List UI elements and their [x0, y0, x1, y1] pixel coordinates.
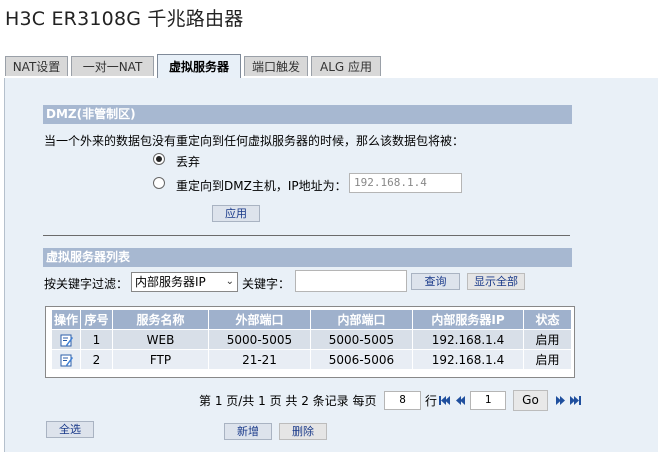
- show-all-button[interactable]: 显示全部: [467, 273, 525, 290]
- redirect-radio[interactable]: [153, 177, 165, 189]
- app-title: H3C ER3108G 千兆路由器: [5, 8, 244, 30]
- tab-one-to-one-nat[interactable]: 一对一NAT: [71, 56, 154, 76]
- query-button[interactable]: 查询: [411, 273, 460, 290]
- drop-label: 丢弃: [176, 155, 201, 169]
- add-button[interactable]: 新增: [224, 423, 272, 440]
- cell-service-name: FTP: [112, 349, 209, 370]
- tab-bar: NAT设置 一对一NAT 虚拟服务器 端口触发 ALG 应用: [0, 54, 658, 78]
- dmz-ip-input[interactable]: 192.168.1.4: [349, 173, 462, 193]
- drop-radio[interactable]: [153, 153, 165, 165]
- col-service-name: 服务名称: [112, 309, 209, 330]
- cell-external-port: 5000-5005: [208, 329, 311, 350]
- cell-status: 启用: [523, 349, 572, 370]
- page-number-input[interactable]: 1: [470, 391, 506, 410]
- table-header-row: 操作 序号 服务名称 外部端口 内部端口 内部服务器IP 状态: [51, 309, 572, 330]
- keyword-label: 关键字：: [242, 277, 291, 291]
- virtual-server-table: 操作 序号 服务名称 外部端口 内部端口 内部服务器IP 状态 1 WEB 50…: [51, 309, 572, 370]
- tab-virtual-server[interactable]: 虚拟服务器: [157, 54, 241, 78]
- cell-index: 2: [80, 349, 113, 370]
- select-all-button[interactable]: 全选: [46, 421, 94, 438]
- cell-status: 启用: [523, 329, 572, 350]
- radio-selected-dot: [156, 156, 162, 162]
- col-action: 操作: [51, 309, 81, 330]
- first-page-icon[interactable]: [439, 395, 451, 406]
- redirect-label: 重定向到DMZ主机，IP地址为：: [176, 179, 347, 193]
- col-external-port: 外部端口: [208, 309, 311, 330]
- tab-nat-settings[interactable]: NAT设置: [5, 56, 68, 76]
- table-row: 1 WEB 5000-5005 5000-5005 192.168.1.4 启用: [51, 329, 572, 350]
- last-page-icon[interactable]: [570, 395, 582, 406]
- edit-icon[interactable]: [60, 334, 73, 347]
- divider: [43, 235, 570, 236]
- cell-internal-ip: 192.168.1.4: [412, 329, 524, 350]
- cell-external-port: 21-21: [208, 349, 311, 370]
- prev-page-icon[interactable]: [456, 395, 466, 406]
- filter-select[interactable]: 内部服务器IP ⌄: [131, 272, 238, 292]
- virtual-server-table-frame: 操作 序号 服务名称 外部端口 内部端口 内部服务器IP 状态 1 WEB 50…: [45, 306, 575, 378]
- cell-service-name: WEB: [112, 329, 209, 350]
- next-page-icon[interactable]: [555, 395, 565, 406]
- apply-button[interactable]: 应用: [212, 205, 260, 222]
- delete-button[interactable]: 删除: [279, 423, 327, 440]
- col-status: 状态: [523, 309, 572, 330]
- col-internal-port: 内部端口: [310, 309, 413, 330]
- filter-select-value: 内部服务器IP: [135, 275, 206, 289]
- col-index: 序号: [80, 309, 113, 330]
- cell-internal-ip: 192.168.1.4: [412, 349, 524, 370]
- rows-unit-label: 行: [425, 394, 438, 408]
- list-section-header: 虚拟服务器列表: [43, 248, 572, 267]
- cell-internal-port: 5000-5005: [310, 329, 413, 350]
- filter-label: 按关键字过滤：: [44, 277, 129, 291]
- tab-alg[interactable]: ALG 应用: [311, 56, 381, 76]
- col-internal-ip: 内部服务器IP: [412, 309, 524, 330]
- chevron-down-icon: ⌄: [225, 276, 234, 287]
- tab-port-trigger[interactable]: 端口触发: [244, 56, 308, 76]
- edit-cell: [51, 349, 81, 370]
- per-page-input[interactable]: 8: [384, 391, 421, 410]
- edit-cell: [51, 329, 81, 350]
- cell-index: 1: [80, 329, 113, 350]
- go-button[interactable]: Go: [513, 390, 548, 411]
- dmz-description: 当一个外来的数据包没有重定向到任何虚拟服务器的时候，那么该数据包将被：: [44, 134, 465, 148]
- pager-summary: 第 1 页/共 1 页 共 2 条记录 每页: [199, 394, 377, 408]
- cell-internal-port: 5006-5006: [310, 349, 413, 370]
- table-row: 2 FTP 21-21 5006-5006 192.168.1.4 启用: [51, 349, 572, 370]
- dmz-section-header: DMZ(非管制区): [43, 105, 572, 124]
- edit-icon[interactable]: [60, 354, 73, 367]
- keyword-input[interactable]: [295, 270, 407, 292]
